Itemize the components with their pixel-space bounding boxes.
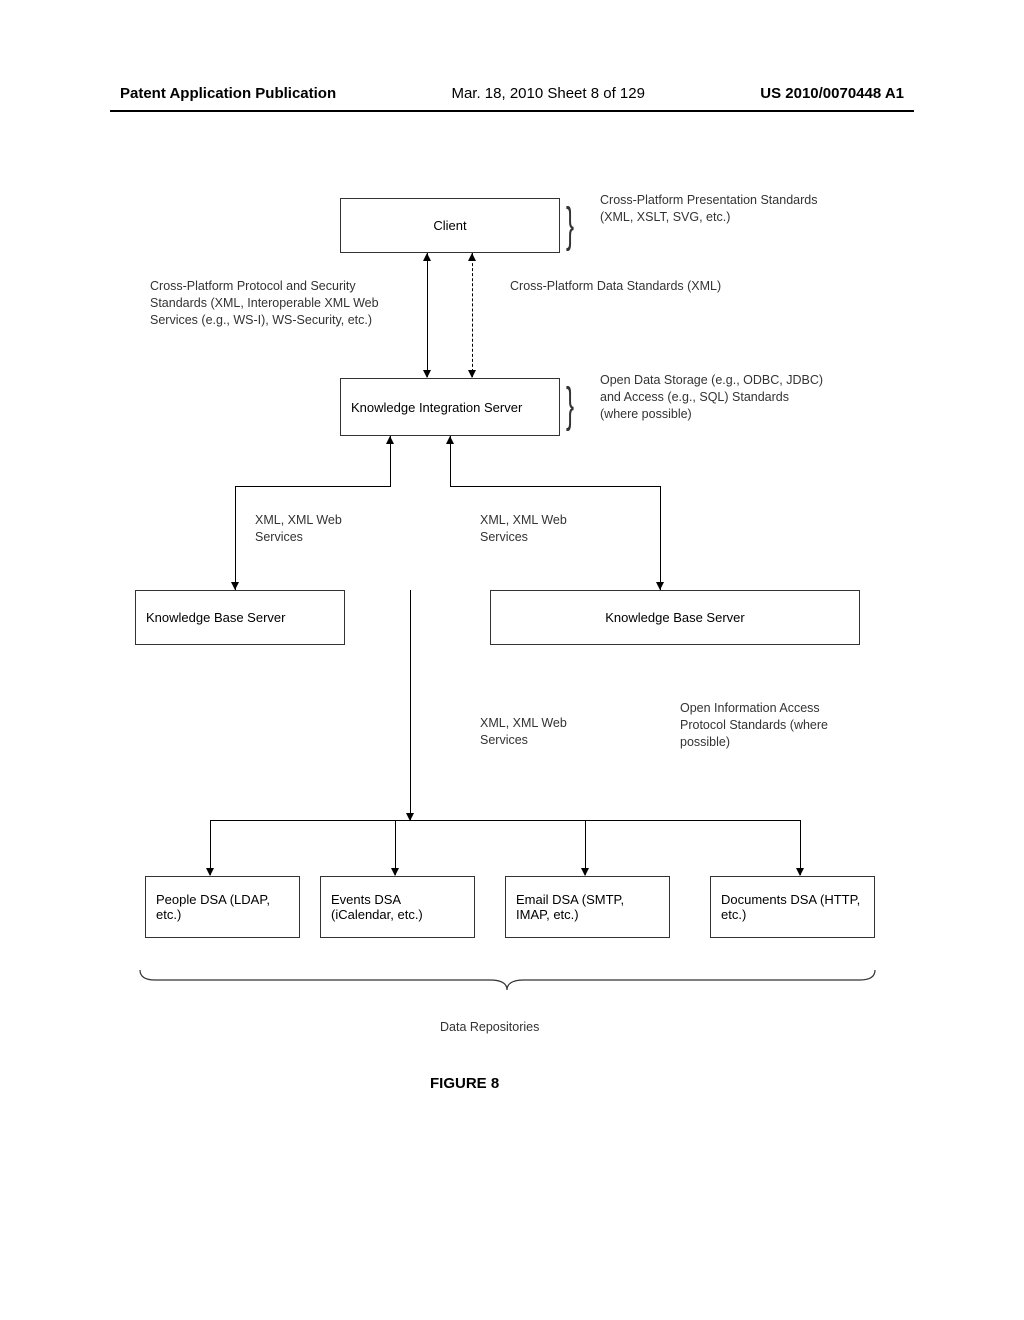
figure-diagram: Client } Cross-Platform Presentation Sta… bbox=[110, 180, 920, 1180]
line-v-right-down bbox=[660, 486, 661, 590]
line-fan-v1 bbox=[210, 820, 211, 875]
events-dsa-label: Events DSA (iCalendar, etc.) bbox=[331, 892, 464, 922]
line-fan-v4 bbox=[800, 820, 801, 875]
label-data-standards: Cross-Platform Data Standards (XML) bbox=[510, 278, 770, 295]
header-divider bbox=[110, 110, 914, 112]
label-client-right: Cross-Platform Presentation Standards (X… bbox=[600, 192, 820, 226]
header-right: US 2010/0070448 A1 bbox=[760, 85, 904, 102]
line-h-right bbox=[450, 486, 660, 487]
label-protocol: Cross-Platform Protocol and Security Sta… bbox=[150, 278, 405, 329]
client-box: Client bbox=[340, 198, 560, 253]
arrow-client-kis-right bbox=[472, 253, 473, 377]
arrow-head-down-4 bbox=[656, 582, 664, 590]
arrow-head-up-3 bbox=[386, 436, 394, 444]
line-fan-v2 bbox=[395, 820, 396, 875]
arrow-head-down-1 bbox=[423, 370, 431, 378]
email-dsa-label: Email DSA (SMTP, IMAP, etc.) bbox=[516, 892, 659, 922]
events-dsa-box: Events DSA (iCalendar, etc.) bbox=[320, 876, 475, 938]
arrow-client-kis-left bbox=[427, 253, 428, 377]
email-dsa-box: Email DSA (SMTP, IMAP, etc.) bbox=[505, 876, 670, 938]
line-v-left-down bbox=[235, 486, 236, 590]
label-kis-right: Open Data Storage (e.g., ODBC, JDBC) and… bbox=[600, 372, 825, 423]
kbs-right-label: Knowledge Base Server bbox=[605, 610, 744, 625]
bottom-brace bbox=[135, 968, 880, 993]
brace-kis: } bbox=[566, 382, 574, 430]
kbs-left-box: Knowledge Base Server bbox=[135, 590, 345, 645]
kbs-right-box: Knowledge Base Server bbox=[490, 590, 860, 645]
figure-title: FIGURE 8 bbox=[430, 1075, 499, 1092]
brace-client: } bbox=[566, 202, 574, 250]
label-xml-bottom: XML, XML Web Services bbox=[480, 715, 610, 749]
data-repos-caption: Data Repositories bbox=[440, 1020, 539, 1034]
line-mid-down bbox=[410, 590, 411, 820]
arrow-head-dsa-2 bbox=[391, 868, 399, 876]
label-open-info: Open Information Access Protocol Standar… bbox=[680, 700, 830, 751]
arrow-head-up-4 bbox=[446, 436, 454, 444]
arrow-head-up-1 bbox=[423, 253, 431, 261]
people-dsa-box: People DSA (LDAP, etc.) bbox=[145, 876, 300, 938]
kis-label: Knowledge Integration Server bbox=[351, 400, 522, 415]
kbs-left-label: Knowledge Base Server bbox=[146, 610, 285, 625]
client-label: Client bbox=[433, 218, 466, 233]
arrow-head-dsa-4 bbox=[796, 868, 804, 876]
arrow-head-down-3 bbox=[231, 582, 239, 590]
people-dsa-label: People DSA (LDAP, etc.) bbox=[156, 892, 289, 922]
label-xml-left: XML, XML Web Services bbox=[255, 512, 385, 546]
header-left: Patent Application Publication bbox=[120, 85, 336, 102]
header-mid: Mar. 18, 2010 Sheet 8 of 129 bbox=[451, 85, 644, 102]
arrow-head-dsa-1 bbox=[206, 868, 214, 876]
docs-dsa-box: Documents DSA (HTTP, etc.) bbox=[710, 876, 875, 938]
docs-dsa-label: Documents DSA (HTTP, etc.) bbox=[721, 892, 864, 922]
line-h-left bbox=[235, 486, 391, 487]
line-fan-h bbox=[210, 820, 800, 821]
arrow-head-dsa-3 bbox=[581, 868, 589, 876]
line-fan-v3 bbox=[585, 820, 586, 875]
arrow-head-up-2 bbox=[468, 253, 476, 261]
label-xml-right: XML, XML Web Services bbox=[480, 512, 610, 546]
kis-box: Knowledge Integration Server bbox=[340, 378, 560, 436]
arrow-head-down-2 bbox=[468, 370, 476, 378]
